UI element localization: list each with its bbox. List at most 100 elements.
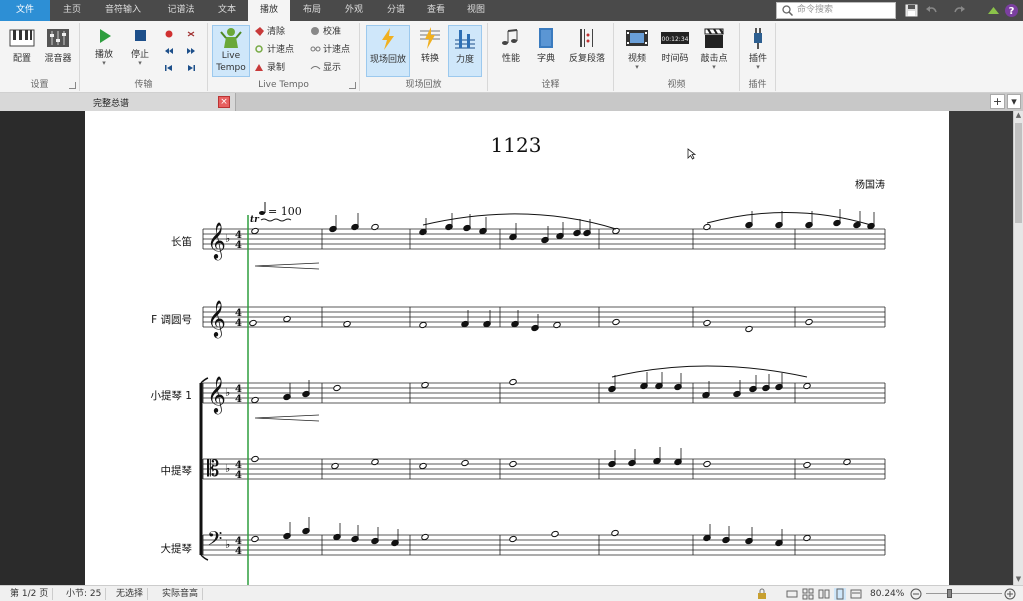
draft-view-icon[interactable]	[850, 588, 862, 600]
mixer-button[interactable]: 混音器	[40, 25, 76, 64]
tab-view[interactable]: 视图	[456, 0, 496, 21]
tab-layout[interactable]: 布局	[292, 0, 332, 21]
config-button[interactable]: 配置	[6, 25, 38, 64]
command-search-input[interactable]: 命令搜索	[776, 2, 896, 19]
book-icon	[539, 28, 553, 48]
dynamics-button[interactable]: 力度	[448, 25, 482, 77]
repeats-button[interactable]: 反复段落	[564, 25, 610, 64]
note-head	[251, 396, 259, 404]
tap-point2-button[interactable]: 计速点	[310, 43, 350, 58]
keyboard-icon	[9, 29, 35, 47]
note-head	[803, 382, 811, 390]
note-head	[333, 384, 341, 392]
go-to-start-icon[interactable]	[164, 63, 174, 73]
scrollbar-thumb[interactable]	[1015, 123, 1022, 223]
calibrate-button[interactable]: 校准	[310, 25, 341, 40]
clear-button[interactable]: 清除	[254, 25, 285, 40]
tab-notations[interactable]: 记谱法	[155, 0, 207, 21]
status-page[interactable]: 第 1/2 页	[6, 588, 54, 600]
group-transport: 播放 ▾ 停止 ▾ 传输	[80, 23, 208, 91]
clapperboard-icon	[704, 28, 724, 48]
mixer-icon	[47, 29, 69, 47]
status-bars[interactable]: 小节: 25	[62, 588, 107, 600]
minimize-ribbon-icon[interactable]	[986, 3, 1001, 18]
video-button[interactable]: 视频 ▾	[622, 25, 652, 71]
note-head	[251, 535, 259, 543]
tab-home[interactable]: 主页	[52, 0, 92, 21]
note-head	[703, 319, 711, 327]
note-head	[803, 534, 811, 542]
zoom-slider-thumb[interactable]	[947, 589, 952, 598]
group-setup: 配置 混音器 设置	[0, 23, 80, 91]
play-button[interactable]: 播放 ▾	[88, 25, 120, 67]
close-tab-button[interactable]: ×	[218, 96, 230, 108]
vertical-scrollbar[interactable]: ▲ ▼	[1013, 111, 1023, 585]
hit-points-button[interactable]: 敲击点 ▾	[696, 25, 732, 71]
rewind-icon[interactable]	[164, 46, 174, 56]
live-tempo-button[interactable]: Live Tempo	[212, 25, 250, 77]
key-signature-flat: ♭	[225, 386, 230, 399]
note-head	[703, 460, 711, 468]
tab-parts[interactable]: 分谱	[376, 0, 416, 21]
clear-label: 清除	[267, 27, 286, 37]
plug-icon	[754, 28, 762, 49]
spread-view-icon[interactable]	[818, 588, 830, 600]
tap-point-button[interactable]: 计速点	[254, 43, 294, 58]
zoom-in-icon[interactable]	[1004, 588, 1016, 600]
mute-icon[interactable]	[186, 29, 196, 39]
panorama-view-icon[interactable]	[786, 588, 798, 600]
timecode-label: 时间码	[661, 54, 689, 64]
new-tab-button[interactable]: +	[990, 94, 1005, 109]
plugins-button[interactable]: 插件 ▾	[743, 25, 773, 71]
live-tempo-label: Live Tempo	[216, 51, 246, 73]
record-icon[interactable]	[164, 29, 174, 39]
note-head	[551, 530, 559, 538]
note-head	[509, 535, 517, 543]
tab-file[interactable]: 文件	[0, 0, 50, 21]
dictionary-button[interactable]: 字典	[532, 25, 560, 64]
display-icon	[310, 66, 321, 70]
tempo-note-icon	[259, 211, 265, 215]
note-head	[421, 381, 429, 389]
fast-forward-icon[interactable]	[186, 46, 196, 56]
clear-icon	[255, 27, 264, 36]
scroll-up-icon[interactable]: ▲	[1014, 111, 1023, 121]
record-tempo-button[interactable]: 录制	[254, 61, 285, 76]
timecode-button[interactable]: 00:12:34 时间码	[656, 25, 694, 64]
performance-button[interactable]: 性能	[494, 25, 528, 64]
zoom-slider-track[interactable]	[926, 593, 1002, 594]
setup-launcher[interactable]	[69, 82, 76, 89]
convert-button[interactable]: 转换	[414, 25, 446, 64]
undo-icon[interactable]	[924, 3, 939, 18]
score-page[interactable]: 1123 杨国涛 = 100 tr 长笛 F 调圆号 小提琴 1 中提琴 大提琴…	[85, 111, 949, 585]
single-page-icon[interactable]	[834, 588, 846, 600]
live-playback-button[interactable]: 现场回放	[366, 25, 410, 77]
ribbon-play: 配置 混音器 设置 播放 ▾ 停止 ▾ 传输 Live Tempo 清除 计速点…	[0, 21, 1023, 93]
tab-appearance[interactable]: 外观	[334, 0, 374, 21]
zoom-out-icon[interactable]	[910, 588, 922, 600]
note-head	[249, 319, 257, 327]
redo-icon[interactable]	[952, 3, 967, 18]
score-title: 1123	[491, 133, 542, 157]
tab-menu-icon[interactable]: ▾	[1007, 94, 1021, 109]
document-tab-bar: 完整总谱 × + ▾	[0, 93, 1023, 111]
go-to-end-icon[interactable]	[186, 63, 196, 73]
dictionary-label: 字典	[536, 54, 555, 64]
help-icon[interactable]: ?	[1004, 3, 1019, 18]
status-pitch[interactable]: 实际音高	[158, 588, 204, 600]
tab-play[interactable]: 播放	[248, 0, 290, 21]
pasteboard	[949, 111, 1013, 585]
tab-text[interactable]: 文本	[208, 0, 246, 21]
stop-button[interactable]: 停止 ▾	[124, 25, 156, 67]
lock-icon[interactable]	[756, 588, 768, 600]
svg-text:?: ?	[1009, 6, 1015, 17]
save-icon[interactable]	[904, 3, 919, 18]
pages-grid-icon[interactable]	[802, 588, 814, 600]
note-head	[419, 321, 427, 329]
scroll-down-icon[interactable]: ▼	[1014, 575, 1023, 585]
tab-review[interactable]: 查看	[418, 0, 454, 21]
document-tab-full-score[interactable]: 完整总谱 ×	[0, 93, 236, 111]
live-tempo-launcher[interactable]	[349, 82, 356, 89]
tab-note-input[interactable]: 音符输入	[94, 0, 152, 21]
display-button[interactable]: 显示	[310, 61, 341, 76]
